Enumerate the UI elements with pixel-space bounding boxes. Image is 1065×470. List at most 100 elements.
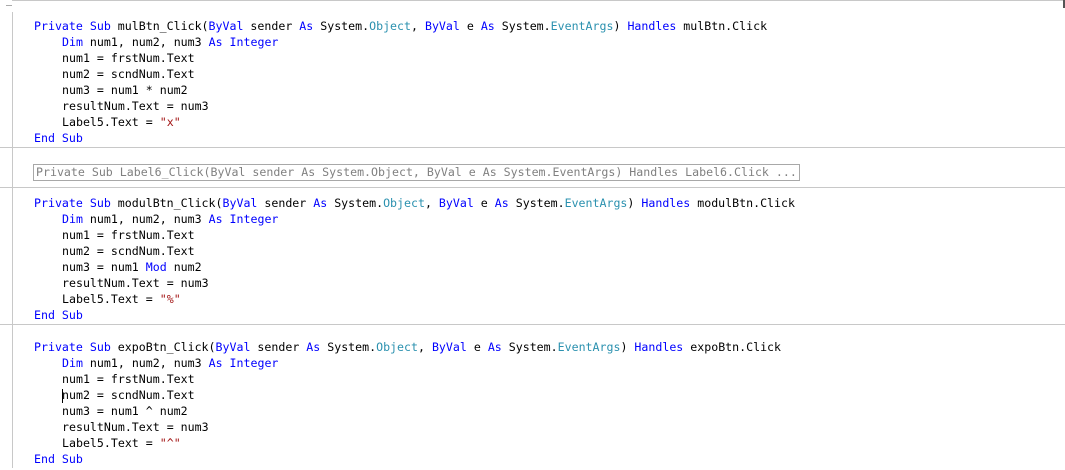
handler-name: mulBtn.Click	[676, 19, 768, 33]
keyword: ByVal	[424, 19, 460, 33]
sub-name: expoBtn_Click(	[117, 340, 216, 354]
keyword: Dim	[62, 35, 83, 49]
code-line[interactable]: resultNum.Text = num3	[62, 419, 209, 435]
editor-top-border	[12, 0, 1065, 1]
code-text: Label5.Text =	[62, 292, 160, 306]
punctuation: ,	[411, 19, 425, 33]
type-keyword: Integer	[229, 35, 279, 49]
type-name: Object	[376, 340, 418, 354]
keyword: As	[494, 196, 509, 210]
dim-line[interactable]: Dim num1, num2, num3 As Integer	[62, 34, 278, 50]
namespace-text: System.	[494, 19, 551, 33]
namespace-text: System.	[508, 196, 565, 210]
punctuation: )	[620, 340, 635, 354]
code-text: num3 = num1	[62, 260, 146, 274]
code-line[interactable]: num3 = num1 * num2	[62, 82, 188, 98]
keyword: Dim	[62, 212, 83, 226]
code-line[interactable]: num1 = frstNum.Text	[62, 50, 195, 66]
procedure-separator	[0, 187, 1065, 188]
dim-line[interactable]: Dim num1, num2, num3 As Integer	[62, 355, 278, 371]
code-text: num2	[166, 260, 202, 274]
namespace-text: System.	[501, 340, 558, 354]
keyword: Sub	[89, 196, 111, 210]
keyword: Sub	[89, 19, 111, 33]
type-name: Object	[369, 19, 411, 33]
code-line[interactable]: num1 = frstNum.Text	[62, 227, 195, 243]
outline-gutter	[12, 12, 13, 468]
sub-name: modulBtn_Click(	[117, 196, 223, 210]
code-line[interactable]: Label5.Text = "^"	[62, 435, 181, 451]
param-text: sender	[243, 19, 300, 33]
dim-line[interactable]: Dim num1, num2, num3 As Integer	[62, 211, 278, 227]
keyword: ByVal	[215, 340, 251, 354]
param-text: e	[459, 19, 481, 33]
collapsed-region[interactable]: Private Sub Label6_Click(ByVal sender As…	[33, 164, 800, 181]
keyword: As	[299, 19, 314, 33]
string-literal: "%"	[159, 292, 181, 306]
variable-list: num1, num2, num3	[82, 212, 209, 226]
code-text: Label5.Text =	[62, 436, 160, 450]
procedure-separator	[0, 147, 1065, 148]
string-literal: "x"	[159, 115, 181, 129]
keyword: Dim	[62, 356, 83, 370]
end-sub-line[interactable]: End Sub	[34, 130, 83, 146]
string-literal: "^"	[159, 436, 181, 450]
code-line[interactable]: num3 = num1 ^ num2	[62, 403, 188, 419]
keyword: Handles	[641, 196, 691, 210]
keyword: Private	[34, 196, 83, 210]
punctuation: )	[613, 19, 628, 33]
code-text: Label5.Text =	[62, 115, 160, 129]
param-text: sender	[250, 340, 307, 354]
variable-list: num1, num2, num3	[82, 35, 209, 49]
type-name: Object	[383, 196, 425, 210]
sub-declaration-mul[interactable]: Private Sub mulBtn_Click( ByVal sender As…	[34, 18, 767, 34]
code-text: num3 = num1 ^ num2	[62, 404, 188, 418]
keyword: ByVal	[431, 340, 467, 354]
code-editor[interactable]: Private Sub mulBtn_Click( ByVal sender As…	[0, 0, 1065, 470]
code-line[interactable]: resultNum.Text = num3	[62, 98, 209, 114]
punctuation: ,	[424, 196, 439, 210]
keyword: Handles	[634, 340, 684, 354]
keyword: Private	[34, 340, 83, 354]
punctuation: )	[627, 196, 642, 210]
code-line[interactable]: resultNum.Text = num3	[62, 275, 209, 291]
procedure-separator	[0, 324, 1065, 325]
keyword: As	[208, 35, 223, 49]
sub-name: mulBtn_Click(	[117, 19, 209, 33]
handler-name: expoBtn.Click	[683, 340, 782, 354]
code-line[interactable]: Label5.Text = "x"	[62, 114, 181, 130]
code-line[interactable]: Label5.Text = "%"	[62, 291, 181, 307]
keyword: As	[306, 340, 321, 354]
outline-marker	[6, 5, 12, 6]
param-text: e	[466, 340, 488, 354]
code-line[interactable]: num1 = frstNum.Text	[62, 371, 195, 387]
keyword: As	[480, 19, 495, 33]
keyword: Sub	[89, 340, 111, 354]
keyword: Private	[34, 19, 83, 33]
sub-declaration-modul[interactable]: Private Sub modulBtn_Click(ByVal sender …	[34, 195, 795, 211]
code-line[interactable]: num2 = scndNum.Text	[62, 66, 195, 82]
code-line[interactable]: num2 = scndNum.Text	[62, 243, 195, 259]
keyword: As	[208, 356, 223, 370]
code-text: num3 = num1 * num2	[62, 83, 188, 97]
keyword: ByVal	[438, 196, 474, 210]
punctuation: ,	[417, 340, 432, 354]
end-sub-line[interactable]: End Sub	[34, 451, 83, 467]
namespace-text: System.	[327, 196, 384, 210]
keyword: As	[313, 196, 328, 210]
handler-name: modulBtn.Click	[690, 196, 795, 210]
type-name: EventArgs	[564, 196, 628, 210]
sub-declaration-expo[interactable]: Private Sub expoBtn_Click(ByVal sender A…	[34, 339, 781, 355]
type-name: EventArgs	[557, 340, 621, 354]
end-sub-line[interactable]: End Sub	[34, 307, 83, 323]
code-line[interactable]: num3 = num1 Mod num2	[62, 259, 202, 275]
namespace-text: System.	[313, 19, 370, 33]
code-line[interactable]: num2 = scndNum.Text	[62, 387, 195, 403]
variable-list: num1, num2, num3	[82, 356, 209, 370]
param-text: e	[473, 196, 495, 210]
type-name: EventArgs	[550, 19, 614, 33]
param-text: sender	[257, 196, 314, 210]
namespace-text: System.	[320, 340, 377, 354]
text-caret	[62, 389, 63, 403]
type-keyword: Integer	[229, 356, 279, 370]
